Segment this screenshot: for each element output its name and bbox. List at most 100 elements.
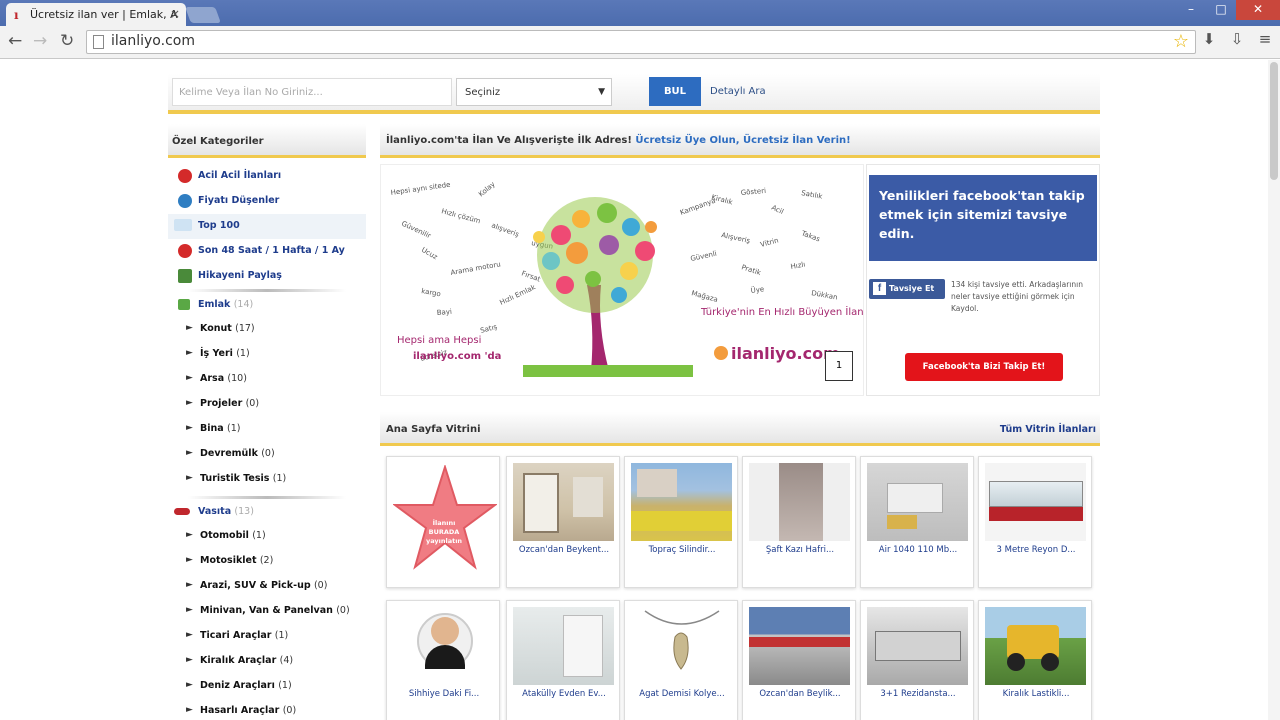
special-item-urgent[interactable]: Acil Acil İlanları [168, 164, 366, 189]
subcategory-item[interactable]: ► Motosiklet (2) [168, 549, 366, 574]
listing-title[interactable]: Air 1040 110 Mb... [865, 545, 971, 555]
special-item-share-story[interactable]: Hikayeni Paylaş [168, 264, 366, 289]
listing-card[interactable]: 3 Metre Reyon D... [978, 456, 1092, 588]
svg-text:Üye: Üye [750, 284, 765, 295]
category-label: Emlak [198, 299, 231, 310]
welcome-header: İlanliyo.com'ta İlan Ve Alışverişte İlk … [380, 124, 1100, 158]
scrollbar-thumb[interactable] [1270, 62, 1278, 180]
listing-title[interactable]: Kiralık Lastikli... [983, 689, 1089, 699]
category-emlak[interactable]: Emlak (14) [168, 292, 366, 317]
subcategory-item[interactable]: ► Konut (17) [168, 317, 366, 342]
forward-icon[interactable]: → [33, 31, 47, 51]
advanced-search-link[interactable]: Detaylı Ara [710, 86, 766, 97]
subcategory-item[interactable]: ► Deniz Araçları (1) [168, 674, 366, 699]
subcategory-label: Arsa [200, 373, 225, 384]
banner-page-indicator[interactable]: 1 [825, 351, 853, 381]
listing-title[interactable]: Özcan'dan Beylik... [747, 689, 853, 699]
menu-icon[interactable]: ≡ [1254, 30, 1276, 52]
bullet-icon: ► [186, 555, 193, 565]
all-showcase-link[interactable]: Tüm Vitrin İlanları [1000, 424, 1096, 435]
listing-card[interactable]: Şaft Kazı Hafri... [742, 456, 856, 588]
special-item-recent[interactable]: Son 48 Saat / 1 Hafta / 1 Ay [168, 239, 366, 264]
welcome-cta-link[interactable]: Ücretsiz Üye Olun, Ücretsiz İlan Verin! [635, 135, 850, 146]
listing-card[interactable]: Sihhiye Daki Fi... [386, 600, 500, 720]
search-button[interactable]: BUL [649, 77, 701, 106]
subcategory-label: Deniz Araçları [200, 680, 275, 691]
subcategory-label: Motosiklet [200, 555, 257, 566]
banner-slogan-right: Türkiye'nin En Hızlı Büyüyen İlan Sitesi… [700, 305, 865, 318]
listing-card[interactable]: Kiralık Lastikli... [978, 600, 1092, 720]
banner-slogan-left-a: Hepsi ama Hepsi [397, 335, 481, 346]
subcategory-count: (1) [278, 680, 292, 691]
listing-title[interactable]: 3 Metre Reyon D... [983, 545, 1089, 555]
window-controls: – □ ✕ [1176, 0, 1280, 20]
subcategory-item[interactable]: ► Projeler (0) [168, 392, 366, 417]
new-tab-button[interactable] [185, 7, 221, 23]
subcategory-item[interactable]: ► Bina (1) [168, 417, 366, 442]
address-bar[interactable]: ilanliyo.com ☆ [86, 30, 1196, 54]
svg-text:Dükkan: Dükkan [811, 289, 839, 301]
facebook-like-button[interactable]: f Tavsiye Et [869, 279, 945, 299]
listing-card[interactable]: Özcan'dan Beykent... [506, 456, 620, 588]
svg-text:Mağaza: Mağaza [690, 289, 718, 304]
listing-title[interactable]: 3+1 Rezidansta... [865, 689, 971, 699]
tab-close-icon[interactable]: × [170, 7, 180, 21]
special-item-price-drop[interactable]: Fiyatı Düşenler [168, 189, 366, 214]
advertise-here-card[interactable]: İlanını BURADA yayınlatın [386, 456, 500, 588]
back-icon[interactable]: ← [8, 31, 22, 51]
listing-title[interactable]: Sihhiye Daki Fi... [391, 689, 497, 699]
subcategory-item[interactable]: ► Arazi, SUV & Pick-up (0) [168, 574, 366, 599]
extension-icon[interactable]: ⬇ [1198, 30, 1220, 52]
listing-title[interactable]: Topraç Silindir... [629, 545, 735, 555]
subcategory-item[interactable]: ► Otomobil (1) [168, 524, 366, 549]
subcategory-item[interactable]: ► Ticari Araçlar (1) [168, 624, 366, 649]
special-item-label: Hikayeni Paylaş [198, 270, 282, 281]
maximize-button[interactable]: □ [1206, 0, 1236, 20]
like-label: Tavsiye Et [889, 284, 935, 293]
subcategory-label: Devremülk [200, 448, 258, 459]
subcategory-label: Turistik Tesis [200, 473, 270, 484]
bookmark-star-icon[interactable]: ☆ [1173, 31, 1189, 52]
special-item-top100[interactable]: Top 100 [168, 214, 366, 239]
listing-card[interactable]: Atakülly Evden Ev... [506, 600, 620, 720]
subcategory-item[interactable]: ► Hasarlı Araçlar (0) [168, 699, 366, 720]
subcategory-count: (0) [282, 705, 297, 716]
subcategory-item[interactable]: ► İş Yeri (1) [168, 342, 366, 367]
subcategory-label: Ticari Araçlar [200, 630, 272, 641]
banner-logo: ilanliyo.com [731, 344, 840, 363]
search-input[interactable]: Kelime Veya İlan No Giriniz... [172, 78, 452, 106]
subcategory-count: (1) [272, 473, 287, 484]
subcategory-label: Arazi, SUV & Pick-up [200, 580, 311, 591]
subcategory-item[interactable]: ► Turistik Tesis (1) [168, 467, 366, 492]
subcategory-count: (17) [235, 323, 255, 334]
facebook-follow-button[interactable]: Facebook'ta Bizi Takip Et! [905, 353, 1063, 381]
web-page: Kelime Veya İlan No Giriniz... Seçiniz ▼… [0, 60, 1268, 720]
listing-image [631, 607, 732, 685]
subcategory-item[interactable]: ► Minivan, Van & Panelvan (0) [168, 599, 366, 624]
listing-card[interactable]: Topraç Silindir... [624, 456, 738, 588]
listing-title[interactable]: Özcan'dan Beykent... [511, 545, 617, 555]
bullet-icon: ► [186, 605, 193, 615]
subcategory-label: Kiralık Araçlar [200, 655, 277, 666]
category-select[interactable]: Seçiniz ▼ [456, 78, 612, 106]
subcategory-item[interactable]: ► Kiralık Araçlar (4) [168, 649, 366, 674]
minimize-button[interactable]: – [1176, 0, 1206, 20]
promo-banner[interactable]: Hepsi aynı sitede Hızlı çözüm Kolay Güve… [380, 164, 976, 396]
download-icon[interactable]: ⇩ [1226, 30, 1248, 52]
close-window-button[interactable]: ✕ [1236, 0, 1280, 20]
listing-title[interactable]: Agat Demisi Kolye... [629, 689, 735, 699]
site-favicon-icon: ı [14, 8, 19, 22]
subcategory-item[interactable]: ► Arsa (10) [168, 367, 366, 392]
listing-card[interactable]: 3+1 Rezidansta... [860, 600, 974, 720]
listing-card[interactable]: Air 1040 110 Mb... [860, 456, 974, 588]
listing-title[interactable]: Atakülly Evden Ev... [511, 689, 617, 699]
reload-icon[interactable]: ↻ [60, 31, 74, 51]
browser-tab[interactable]: ı Ücretsiz ilan ver | Emlak, A × [6, 3, 186, 26]
category-vasita[interactable]: Vasıta (13) [168, 499, 366, 524]
listing-image [985, 463, 1086, 541]
subcategory-item[interactable]: ► Devremülk (0) [168, 442, 366, 467]
listing-title[interactable]: Şaft Kazı Hafri... [747, 545, 853, 555]
svg-text:Güvenilir: Güvenilir [400, 220, 432, 241]
listing-card[interactable]: Agat Demisi Kolye... [624, 600, 738, 720]
listing-card[interactable]: Özcan'dan Beylik... [742, 600, 856, 720]
